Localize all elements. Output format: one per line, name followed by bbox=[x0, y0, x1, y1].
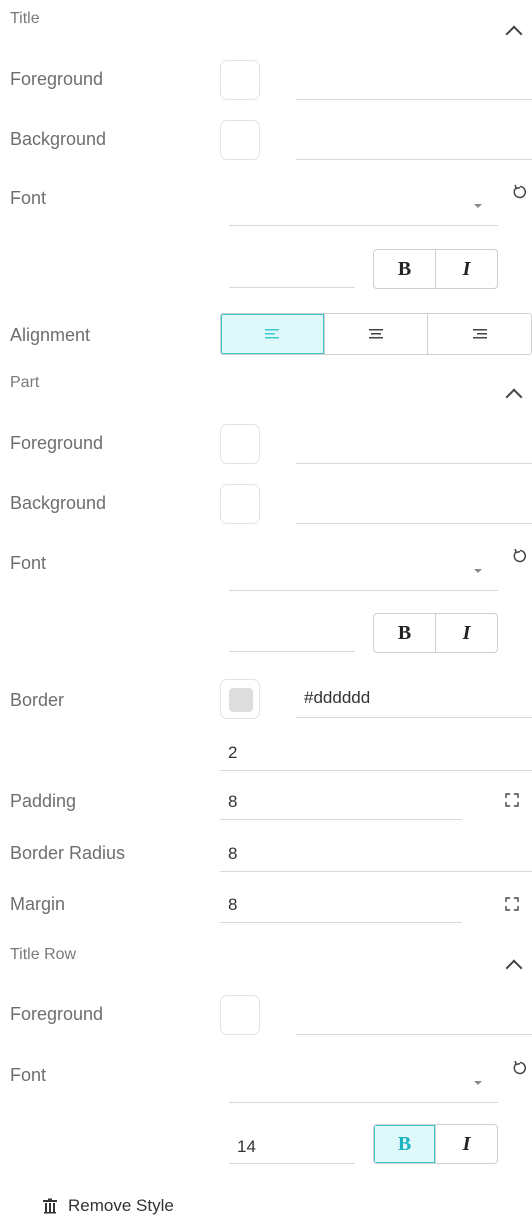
align-right-button[interactable] bbox=[427, 314, 531, 354]
remove-style-button[interactable]: Remove Style bbox=[42, 1196, 174, 1216]
title-background-label: Background bbox=[10, 129, 107, 149]
chevron-up-icon[interactable] bbox=[505, 25, 523, 43]
align-right-icon bbox=[472, 329, 487, 339]
title-row-foreground-swatch[interactable] bbox=[220, 995, 260, 1035]
bold-icon: B bbox=[397, 621, 412, 644]
bold-icon: B bbox=[397, 1132, 412, 1155]
title-row-foreground-label: Foreground bbox=[10, 1004, 104, 1024]
input-underline bbox=[229, 1163, 355, 1164]
title-foreground-label: Foreground bbox=[10, 69, 104, 89]
align-left-button[interactable] bbox=[221, 314, 324, 354]
input-underline bbox=[220, 770, 532, 771]
chevron-up-icon[interactable] bbox=[505, 388, 523, 406]
border-radius-label: Border Radius bbox=[10, 843, 126, 863]
remove-style-label: Remove Style bbox=[68, 1196, 174, 1215]
padding-label: Padding bbox=[10, 791, 77, 811]
title-row-style-toggle-group: B I bbox=[373, 1124, 498, 1164]
border-radius-input[interactable]: 8 bbox=[220, 840, 532, 872]
align-center-button[interactable] bbox=[323, 314, 428, 354]
title-style-toggle-group: B I bbox=[373, 249, 498, 289]
trash-icon bbox=[43, 1198, 57, 1214]
title-row-font-size-input[interactable]: 14 bbox=[229, 1131, 355, 1164]
title-row-section-heading: Title Row bbox=[10, 946, 77, 963]
border-width-input[interactable]: 2 bbox=[220, 737, 532, 771]
alignment-group bbox=[220, 313, 532, 355]
reset-icon[interactable] bbox=[512, 1060, 528, 1076]
part-bold-button[interactable]: B bbox=[374, 614, 435, 652]
italic-icon: I bbox=[462, 621, 471, 644]
part-font-label: Font bbox=[10, 553, 47, 573]
caret-down-icon bbox=[474, 1081, 482, 1085]
align-center-icon bbox=[369, 329, 383, 339]
part-foreground-label: Foreground bbox=[10, 433, 104, 453]
title-foreground-input[interactable] bbox=[296, 99, 532, 100]
italic-icon: I bbox=[462, 257, 471, 280]
title-font-size-input[interactable] bbox=[229, 255, 355, 288]
chevron-up-icon[interactable] bbox=[505, 959, 523, 977]
title-background-swatch[interactable] bbox=[220, 120, 260, 160]
border-label: Border bbox=[10, 690, 65, 710]
title-row-font-dropdown[interactable] bbox=[229, 1067, 498, 1103]
input-underline bbox=[220, 871, 532, 872]
padding-value: 8 bbox=[228, 792, 238, 811]
part-section-heading: Part bbox=[10, 374, 40, 391]
title-font-label: Font bbox=[10, 188, 47, 208]
caret-down-icon bbox=[474, 204, 482, 208]
alignment-label: Alignment bbox=[10, 325, 91, 345]
padding-input[interactable]: 8 bbox=[220, 788, 462, 820]
margin-value: 8 bbox=[228, 895, 238, 914]
input-underline bbox=[220, 922, 462, 923]
italic-icon: I bbox=[462, 1132, 471, 1155]
border-color-input[interactable]: #dddddd bbox=[296, 680, 532, 718]
part-font-dropdown[interactable] bbox=[229, 555, 498, 591]
margin-label: Margin bbox=[10, 894, 66, 914]
part-foreground-input[interactable] bbox=[296, 463, 532, 464]
part-italic-button[interactable]: I bbox=[435, 614, 497, 652]
title-row-italic-button[interactable]: I bbox=[435, 1125, 497, 1163]
reset-icon[interactable] bbox=[512, 184, 528, 200]
part-font-size-input[interactable] bbox=[229, 619, 355, 652]
title-row-font-label: Font bbox=[10, 1065, 47, 1085]
dropdown-underline bbox=[229, 225, 498, 226]
input-underline bbox=[296, 717, 532, 718]
title-bold-button[interactable]: B bbox=[374, 250, 435, 288]
caret-down-icon bbox=[474, 569, 482, 573]
part-background-swatch[interactable] bbox=[220, 484, 260, 524]
expand-icon[interactable] bbox=[505, 793, 519, 807]
title-italic-button[interactable]: I bbox=[435, 250, 497, 288]
title-background-input[interactable] bbox=[296, 159, 532, 160]
border-color-chip bbox=[229, 688, 253, 712]
border-color-swatch[interactable] bbox=[220, 679, 260, 719]
title-font-dropdown[interactable] bbox=[229, 190, 498, 226]
part-background-label: Background bbox=[10, 493, 107, 513]
border-width-value: 2 bbox=[228, 743, 238, 762]
reset-icon[interactable] bbox=[512, 548, 528, 564]
align-left-icon bbox=[265, 329, 280, 339]
part-background-input[interactable] bbox=[296, 523, 532, 524]
dropdown-underline bbox=[229, 590, 498, 591]
part-foreground-swatch[interactable] bbox=[220, 424, 260, 464]
part-style-toggle-group: B I bbox=[373, 613, 498, 653]
title-foreground-swatch[interactable] bbox=[220, 60, 260, 100]
expand-icon[interactable] bbox=[505, 897, 519, 911]
title-row-foreground-input[interactable] bbox=[296, 1034, 532, 1035]
input-underline bbox=[229, 287, 355, 288]
border-color-value: #dddddd bbox=[304, 688, 371, 707]
font-size-value: 14 bbox=[237, 1137, 256, 1156]
title-row-bold-button[interactable]: B bbox=[374, 1125, 435, 1163]
margin-input[interactable]: 8 bbox=[220, 891, 462, 923]
border-radius-value: 8 bbox=[228, 844, 238, 863]
dropdown-underline bbox=[229, 1102, 498, 1103]
input-underline bbox=[229, 651, 355, 652]
input-underline bbox=[220, 819, 462, 820]
title-section-heading: Title bbox=[10, 10, 40, 27]
bold-icon: B bbox=[397, 257, 412, 280]
